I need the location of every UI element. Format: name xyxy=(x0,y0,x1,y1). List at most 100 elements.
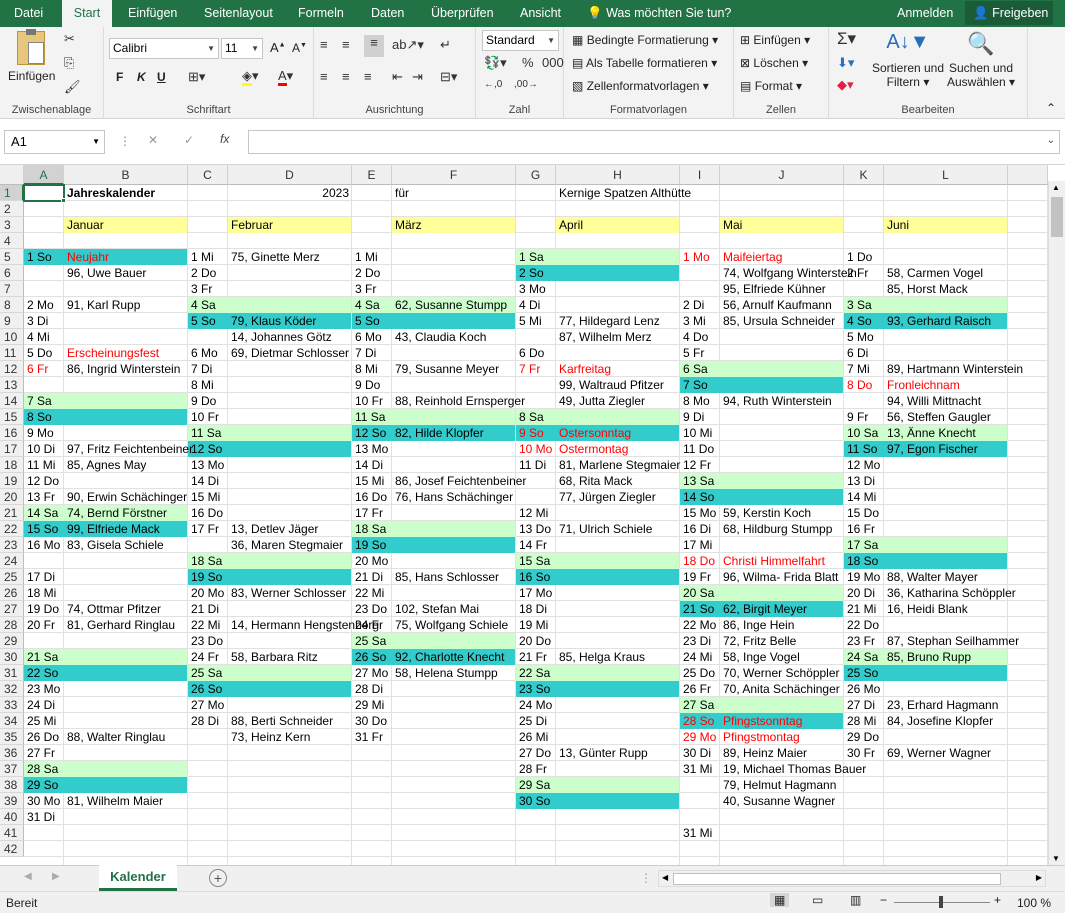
row-header[interactable]: 20 xyxy=(0,489,24,505)
row-header[interactable]: 41 xyxy=(0,825,24,841)
sign-in-link[interactable]: Anmelden xyxy=(897,0,953,27)
currency-icon[interactable]: 💱▾ xyxy=(484,55,507,71)
row-header[interactable]: 39 xyxy=(0,793,24,809)
row-header[interactable]: 3 xyxy=(0,217,24,233)
column-header-i[interactable]: I xyxy=(680,165,720,185)
percent-icon[interactable]: % xyxy=(522,55,534,70)
name-box[interactable]: A1 ▼ xyxy=(4,130,105,154)
horizontal-scrollbar[interactable]: ◀ ▶ xyxy=(658,870,1046,887)
enter-icon[interactable]: ✓ xyxy=(184,133,194,147)
align-bottom-icon[interactable]: ≡ xyxy=(364,35,384,57)
row-header[interactable]: 26 xyxy=(0,585,24,601)
row-header[interactable]: 21 xyxy=(0,505,24,521)
row-header[interactable]: 28 xyxy=(0,617,24,633)
font-name-select[interactable]: Calibri ▼ xyxy=(109,38,219,59)
column-header-j[interactable]: J xyxy=(720,165,844,185)
column-header-l[interactable]: L xyxy=(884,165,1008,185)
column-header-e[interactable]: E xyxy=(352,165,392,185)
column-header-c[interactable]: C xyxy=(188,165,228,185)
column-header-a[interactable]: A xyxy=(24,165,64,185)
column-header-k[interactable]: K xyxy=(844,165,884,185)
zoom-slider-thumb[interactable] xyxy=(939,896,943,908)
column-header-h[interactable]: H xyxy=(556,165,680,185)
column-header-b[interactable]: B xyxy=(64,165,188,185)
tab-page-layout[interactable]: Seitenlayout xyxy=(200,0,277,27)
column-header-d[interactable]: D xyxy=(228,165,352,185)
share-button[interactable]: 👤 Freigeben xyxy=(965,1,1053,25)
row-header[interactable]: 1 xyxy=(0,185,24,201)
conditional-formatting-button[interactable]: ▦ Bedingte Formatierung ▾ xyxy=(572,33,718,47)
row-header[interactable]: 4 xyxy=(0,233,24,249)
tab-insert[interactable]: Einfügen xyxy=(124,0,181,27)
row-header[interactable]: 30 xyxy=(0,649,24,665)
selected-cell-a1[interactable] xyxy=(23,184,65,202)
row-header[interactable]: 18 xyxy=(0,457,24,473)
find-select-button[interactable]: 🔍 Suchen und Auswählen ▾ xyxy=(947,31,1015,89)
insert-function-icon[interactable]: fx xyxy=(220,132,229,146)
row-header[interactable]: 24 xyxy=(0,553,24,569)
row-header[interactable]: 36 xyxy=(0,745,24,761)
column-header-f[interactable]: F xyxy=(392,165,516,185)
h-scroll-thumb[interactable] xyxy=(673,873,1001,885)
tell-me-search[interactable]: 💡 Was möchten Sie tun? xyxy=(587,0,731,27)
sheet-tab-kalender[interactable]: Kalender xyxy=(99,865,177,891)
row-header[interactable]: 5 xyxy=(0,249,24,265)
column-header-g[interactable]: G xyxy=(516,165,556,185)
next-sheet-icon[interactable]: ▶ xyxy=(52,871,60,882)
zoom-level[interactable]: 100 % xyxy=(1017,896,1051,910)
tab-formulas[interactable]: Formeln xyxy=(294,0,348,27)
tab-view[interactable]: Ansicht xyxy=(516,0,565,27)
formula-input[interactable]: ⌄ xyxy=(248,130,1060,154)
row-header[interactable]: 37 xyxy=(0,761,24,777)
copy-icon[interactable]: ⎘ xyxy=(64,55,74,71)
merge-center-icon[interactable]: ⊟▾ xyxy=(440,69,457,85)
orientation-icon[interactable]: ab↗▾ xyxy=(392,37,424,53)
insert-cells-button[interactable]: ⊞ Einfügen ▾ xyxy=(740,33,810,47)
align-top-icon[interactable]: ≡ xyxy=(320,37,328,52)
format-painter-icon[interactable]: 🖌 xyxy=(64,79,81,95)
row-header[interactable]: 12 xyxy=(0,361,24,377)
row-header[interactable]: 8 xyxy=(0,297,24,313)
prev-sheet-icon[interactable]: ◀ xyxy=(24,871,32,882)
fill-handle[interactable] xyxy=(61,198,66,203)
autosum-icon[interactable]: Σ▾ xyxy=(837,29,856,49)
row-header[interactable]: 22 xyxy=(0,521,24,537)
row-header[interactable]: 19 xyxy=(0,473,24,489)
scroll-down-icon[interactable]: ▼ xyxy=(1052,854,1060,863)
vertical-scrollbar[interactable]: ▲ ▼ xyxy=(1048,181,1065,865)
delete-cells-button[interactable]: ⊠ Löschen ▾ xyxy=(740,56,808,70)
add-sheet-icon[interactable]: + xyxy=(209,869,227,887)
row-header[interactable]: 27 xyxy=(0,601,24,617)
row-header[interactable]: 16 xyxy=(0,425,24,441)
underline-button[interactable]: U xyxy=(157,70,166,84)
worksheet-grid[interactable]: A B C D E F G H I J K L 1 2 3 4 5 6 7 8 9 10 11 12 13 14 15 16 17 18 1… xyxy=(0,165,1065,865)
font-size-select[interactable]: 11 ▼ xyxy=(221,38,263,59)
row-header[interactable]: 9 xyxy=(0,313,24,329)
row-header[interactable]: 35 xyxy=(0,729,24,745)
column-header-partial[interactable] xyxy=(1008,165,1048,185)
decrease-indent-icon[interactable]: ⇤ xyxy=(392,69,403,85)
decrease-decimal-icon[interactable]: ,00→ xyxy=(514,79,538,90)
row-header[interactable]: 6 xyxy=(0,265,24,281)
row-header[interactable]: 11 xyxy=(0,345,24,361)
scroll-up-icon[interactable]: ▲ xyxy=(1052,183,1060,192)
increase-decimal-icon[interactable]: ←,0 xyxy=(484,79,502,90)
tab-home[interactable]: Start xyxy=(62,0,112,28)
tab-data[interactable]: Daten xyxy=(367,0,408,27)
fill-color-icon[interactable]: ◈▾ xyxy=(242,68,259,86)
zoom-out-icon[interactable]: − xyxy=(880,893,887,907)
row-header[interactable]: 25 xyxy=(0,569,24,585)
align-center-icon[interactable]: ≡ xyxy=(342,69,350,84)
row-header[interactable]: 33 xyxy=(0,697,24,713)
wrap-text-icon[interactable]: ↵ xyxy=(440,37,451,53)
clear-icon[interactable]: ◆▾ xyxy=(837,77,854,93)
cut-icon[interactable]: ✂ xyxy=(64,31,75,47)
row-header[interactable]: 7 xyxy=(0,281,24,297)
row-header[interactable]: 31 xyxy=(0,665,24,681)
shrink-font-icon[interactable]: A▼ xyxy=(292,41,307,55)
tab-review[interactable]: Überprüfen xyxy=(427,0,498,27)
row-header[interactable]: 17 xyxy=(0,441,24,457)
font-color-icon[interactable]: A▾ xyxy=(278,68,293,86)
scroll-left-icon[interactable]: ◀ xyxy=(662,873,668,882)
row-header[interactable]: 38 xyxy=(0,777,24,793)
